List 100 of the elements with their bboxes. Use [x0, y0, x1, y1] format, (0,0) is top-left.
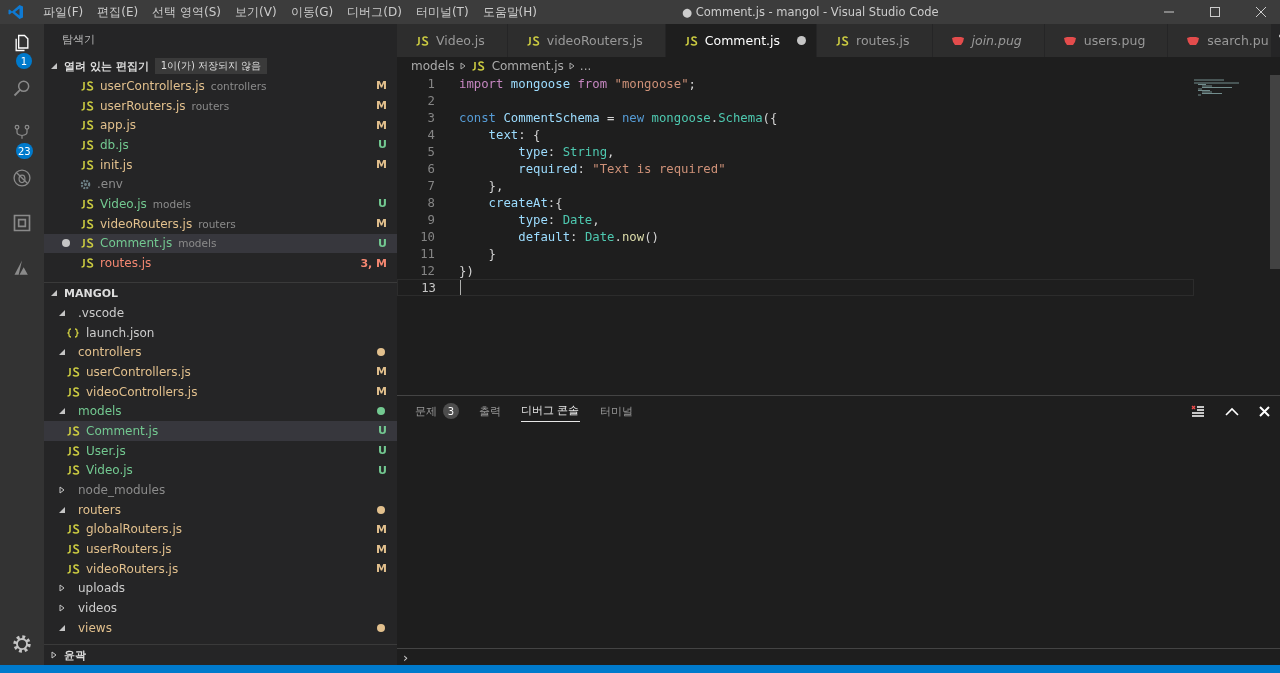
- folder-hint: models: [152, 197, 191, 210]
- file-item[interactable]: Comment.js U: [44, 421, 397, 441]
- settings-icon[interactable]: [11, 633, 33, 655]
- line-number: 6: [426, 161, 436, 176]
- editor-tab[interactable]: search.pu: [1168, 24, 1272, 57]
- git-status: U: [378, 424, 387, 438]
- file-item[interactable]: launch.json: [44, 322, 397, 343]
- folder-item[interactable]: models: [44, 401, 397, 422]
- clear-console-icon[interactable]: [1191, 404, 1205, 418]
- menu-item[interactable]: 이동(G): [283, 3, 341, 21]
- folder-hint: routers: [191, 99, 230, 112]
- breadcrumb-item[interactable]: models: [411, 59, 455, 73]
- window-title: ● Comment.js - mangol - Visual Studio Code: [682, 5, 939, 19]
- git-status: M: [376, 385, 387, 399]
- open-editor-item[interactable]: init.js M: [44, 154, 397, 175]
- js-file-icon: [80, 198, 94, 209]
- editor-tab[interactable]: routes.js: [817, 24, 933, 57]
- file-name: Video.js: [86, 463, 133, 478]
- editor-tab[interactable]: Video.js: [397, 24, 508, 57]
- editor-tab[interactable]: users.pug: [1044, 24, 1169, 57]
- breadcrumb-item[interactable]: ...: [579, 59, 592, 73]
- menu-item[interactable]: 도움말(H): [475, 3, 544, 21]
- line-number: 5: [426, 144, 436, 159]
- js-file-icon: [80, 218, 94, 229]
- open-editor-item[interactable]: routes.js 3, M: [44, 253, 397, 273]
- code-line: }): [459, 263, 474, 278]
- panel-tab[interactable]: 디버그 콘솔: [521, 400, 580, 422]
- open-editor-item[interactable]: videoRouters.js routers M: [44, 213, 397, 234]
- code-line: type: Date,: [517, 212, 600, 227]
- editor-tab[interactable]: videoRouters.js: [507, 24, 666, 57]
- menu-item[interactable]: 터미널(T): [408, 3, 476, 21]
- line-number: 13: [420, 280, 437, 295]
- file-item[interactable]: globalRouters.js M: [44, 519, 397, 540]
- file-item[interactable]: videoRouters.js M: [44, 558, 397, 579]
- open-editor-item[interactable]: Video.js models U: [44, 194, 397, 214]
- line-number: 9: [426, 212, 436, 227]
- js-file-icon: [66, 563, 80, 574]
- menu-item[interactable]: 선택 영역(S): [145, 3, 228, 21]
- collapsed-arrow-icon[interactable]: [50, 651, 58, 659]
- expanded-arrow-icon[interactable]: [58, 407, 66, 416]
- expanded-arrow-icon[interactable]: [58, 308, 66, 317]
- folder-item[interactable]: uploads: [44, 578, 397, 599]
- close-icon[interactable]: [1256, 7, 1266, 17]
- file-item[interactable]: Video.js U: [44, 460, 397, 481]
- menu-item[interactable]: 편집(E): [90, 3, 146, 21]
- chevron-up-icon[interactable]: [1225, 406, 1239, 416]
- editor-tab[interactable]: join.pug: [932, 24, 1045, 57]
- file-item[interactable]: videoControllers.js M: [44, 381, 397, 402]
- folder-name: models: [78, 404, 122, 419]
- menu-item[interactable]: 파일(F): [36, 3, 91, 21]
- editor-tab[interactable]: Comment.js: [665, 24, 817, 57]
- open-editor-item[interactable]: .env: [44, 174, 397, 195]
- section-title[interactable]: 윤곽: [64, 647, 86, 663]
- open-editor-item[interactable]: userControllers.js controllers M: [44, 76, 397, 96]
- expanded-arrow-icon[interactable]: [58, 505, 66, 514]
- expanded-arrow-icon[interactable]: [58, 623, 66, 632]
- file-item[interactable]: User.js U: [44, 440, 397, 461]
- folder-item[interactable]: routers: [44, 499, 397, 520]
- section-title[interactable]: 열려 있는 편집기: [64, 58, 149, 74]
- git-status: M: [376, 522, 387, 536]
- code-line: createAt:{: [487, 195, 563, 210]
- expanded-arrow-icon[interactable]: [50, 289, 58, 297]
- no-bug-icon[interactable]: [11, 168, 33, 188]
- code-line: type: String,: [517, 144, 615, 159]
- expanded-arrow-icon[interactable]: [50, 62, 58, 70]
- collapsed-arrow-icon[interactable]: [58, 604, 66, 613]
- sidebar-title: 탐색기: [62, 33, 95, 46]
- extensions-icon[interactable]: [11, 213, 33, 233]
- expanded-arrow-icon[interactable]: [58, 348, 66, 357]
- folder-item[interactable]: .vscode: [44, 303, 397, 323]
- panel-tab[interactable]: 터미널: [599, 400, 633, 422]
- section-title[interactable]: MANGOL: [64, 286, 119, 300]
- open-editor-item[interactable]: db.js U: [44, 135, 397, 155]
- file-item[interactable]: userControllers.js M: [44, 362, 397, 382]
- line-number: 4: [426, 127, 436, 142]
- code-line: required: "Text is required": [517, 161, 726, 176]
- line-number: 8: [426, 195, 436, 210]
- breadcrumb-item[interactable]: Comment.js: [491, 59, 564, 73]
- folder-item[interactable]: controllers: [44, 342, 397, 363]
- file-name: db.js: [100, 137, 129, 152]
- js-file-icon: [835, 35, 849, 46]
- open-editor-item[interactable]: userRouters.js routers M: [44, 95, 397, 116]
- panel-tab[interactable]: 문제 3: [415, 400, 459, 422]
- open-editor-item[interactable]: app.js M: [44, 115, 397, 136]
- scrollbar[interactable]: [1270, 75, 1280, 269]
- maximize-icon[interactable]: [1210, 7, 1220, 17]
- panel-tab[interactable]: 출력: [479, 400, 501, 422]
- git-status: U: [378, 197, 387, 211]
- menu-item[interactable]: 디버그(D): [340, 3, 409, 21]
- collapsed-arrow-icon[interactable]: [58, 584, 66, 593]
- folder-item[interactable]: node_modules: [44, 480, 397, 500]
- collapsed-arrow-icon[interactable]: [58, 486, 66, 495]
- file-name: userRouters.js: [100, 98, 186, 113]
- open-editor-item[interactable]: Comment.js models U: [44, 233, 397, 254]
- folder-name: videos: [78, 601, 118, 616]
- app-logo-icon: [8, 4, 24, 20]
- folder-item[interactable]: views: [44, 618, 397, 638]
- menu-item[interactable]: 보기(V): [228, 3, 284, 21]
- folder-item[interactable]: videos: [44, 598, 397, 618]
- file-item[interactable]: userRouters.js M: [44, 539, 397, 559]
